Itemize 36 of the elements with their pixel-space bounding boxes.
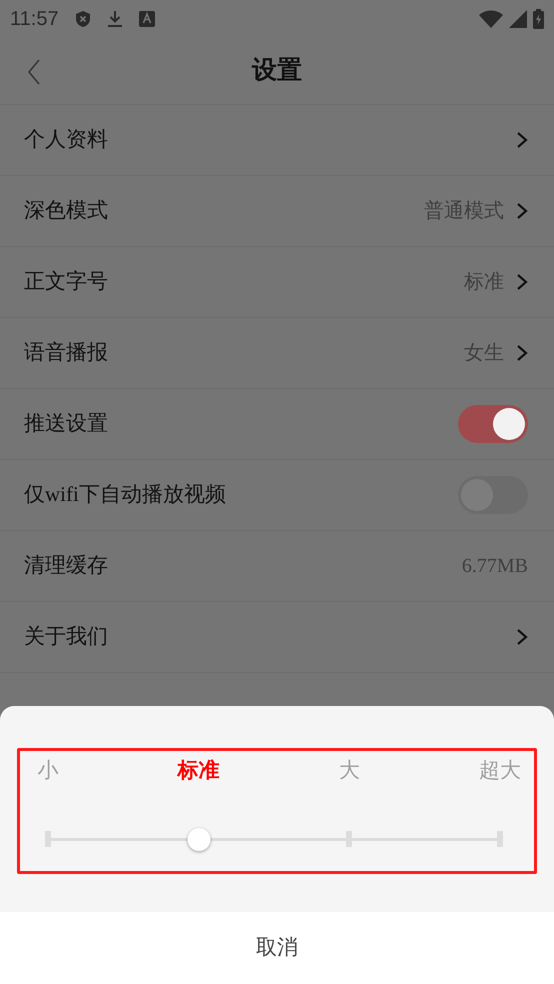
settings-row[interactable]: 关于我们: [0, 602, 554, 673]
setting-label: 清理缓存: [24, 552, 108, 580]
toggle-switch[interactable]: [458, 405, 528, 443]
setting-label: 关于我们: [24, 623, 108, 650]
status-time: 11:57: [10, 7, 59, 32]
keyboard-icon: [138, 11, 155, 27]
setting-label: 推送设置: [24, 410, 108, 438]
back-icon: [27, 59, 41, 85]
download-icon: [106, 10, 123, 28]
size-option[interactable]: 大: [338, 755, 360, 786]
chevron-right-icon: [516, 344, 528, 362]
wifi-icon: [479, 10, 503, 28]
slider-tick: [497, 831, 503, 847]
chevron-right-icon: [516, 273, 528, 291]
page-title: 设置: [252, 56, 302, 86]
chevron-right-icon: [516, 131, 528, 149]
setting-label: 深色模式: [24, 197, 108, 224]
setting-label: 仅wifi下自动播放视频: [24, 481, 226, 508]
settings-row[interactable]: 仅wifi下自动播放视频: [0, 460, 554, 531]
setting-label: 语音播报: [24, 339, 108, 366]
settings-row[interactable]: 个人资料: [0, 105, 554, 176]
size-option[interactable]: 超大: [479, 755, 521, 786]
size-option[interactable]: 标准: [178, 755, 220, 786]
size-option[interactable]: 小: [38, 755, 58, 786]
setting-label: 正文字号: [24, 268, 108, 296]
slider-tick: [45, 831, 51, 847]
battery-icon: [533, 9, 544, 29]
settings-row[interactable]: 推送设置: [0, 389, 554, 460]
chevron-right-icon: [516, 202, 528, 220]
signal-icon: [509, 10, 527, 28]
shield-icon: [74, 10, 91, 28]
slider-tick: [346, 831, 352, 847]
cancel-button[interactable]: 取消: [0, 912, 554, 984]
slider-thumb[interactable]: [187, 828, 210, 851]
setting-label: 个人资料: [24, 126, 108, 154]
chevron-right-icon: [516, 628, 528, 646]
